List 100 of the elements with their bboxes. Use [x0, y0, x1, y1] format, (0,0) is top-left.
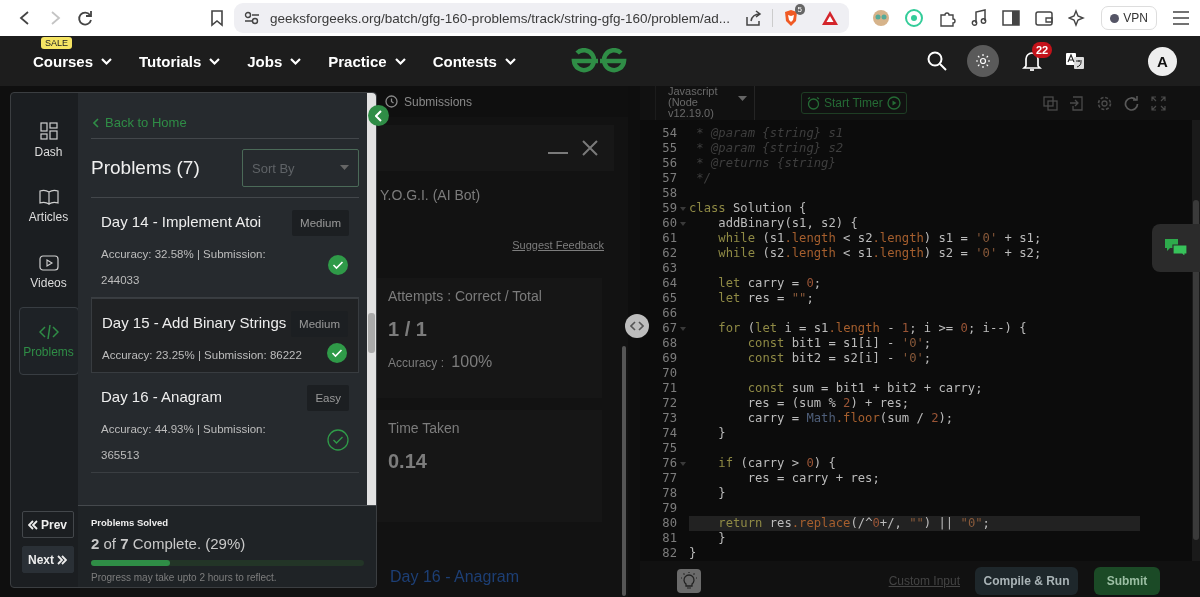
hint-button[interactable]: [677, 568, 701, 593]
sidebar-item[interactable]: Articles: [19, 173, 78, 239]
music-note-icon[interactable]: [971, 9, 988, 27]
suggest-feedback-link[interactable]: Suggest Feedback: [512, 239, 604, 251]
code-line: class Solution {: [689, 201, 808, 216]
url-text: geeksforgeeks.org/batch/gfg-160-problems/track/string-gfg-160/problem/ad...: [270, 10, 731, 26]
line-number: 60: [661, 216, 677, 231]
line-number: 69: [661, 351, 677, 366]
alarm-clock-icon: [807, 96, 820, 110]
panel-heading: Problems (7): [91, 157, 200, 179]
share-icon[interactable]: [744, 9, 762, 27]
caret-down-icon: [738, 96, 747, 102]
assistant-name: Y.O.G.I. (AI Bot): [380, 187, 482, 203]
chat-button[interactable]: [1152, 224, 1200, 272]
nav-menu-item[interactable]: Contests: [432, 52, 517, 70]
problem-card[interactable]: Day 16 - Anagram Easy Accuracy: 44.93% | Submission: 365513: [91, 373, 359, 473]
wallet-icon[interactable]: [1035, 10, 1054, 26]
problem-stats: Accuracy: 23.25% | Submission: 86222: [102, 348, 302, 363]
gfg-logo-icon[interactable]: [570, 48, 628, 74]
difficulty-tag: Easy: [307, 385, 349, 411]
line-number: 56: [661, 156, 677, 171]
chevron-left-icon: [374, 109, 383, 122]
line-number: 59: [661, 201, 677, 216]
code-line: }: [689, 546, 698, 561]
line-number: 65: [661, 291, 677, 306]
code-line: }: [717, 426, 727, 441]
code-line: carry = Math.floor(sum / 2);: [746, 411, 955, 426]
difficulty-tag: Medium: [292, 210, 349, 236]
code-line: */: [695, 171, 712, 186]
code-line: const bit1 = s1[i] - '0';: [746, 336, 933, 351]
line-number: 71: [661, 381, 677, 396]
line-number: 61: [661, 231, 677, 246]
difficulty-tag: Medium: [291, 311, 348, 337]
sparkle-icon[interactable]: [1068, 9, 1087, 27]
problem-card[interactable]: Day 15 - Add Binary Strings Medium Accuracy: 23.25% | Submission: 86222: [91, 298, 359, 373]
attempts-value: 1 / 1: [388, 318, 428, 341]
clock-icon: [385, 95, 398, 108]
line-number: 70: [661, 366, 677, 381]
video-play-icon: [38, 254, 59, 271]
chevron-down-icon: [208, 56, 222, 66]
compile-run-button[interactable]: Compile & Run: [975, 566, 1078, 595]
submissions-tab[interactable]: Submissions: [385, 94, 473, 109]
sidebar-item[interactable]: Problems: [18, 307, 79, 375]
code-line: if (carry > 0) {: [717, 456, 837, 471]
sidebar-item[interactable]: Dash: [19, 107, 78, 173]
theme-toggle-button[interactable]: [967, 45, 999, 77]
progress-title: Problems Solved: [91, 517, 170, 528]
problem-title: Day 14 - Implement Atoi: [101, 213, 262, 230]
code-line: }: [717, 531, 727, 546]
problem-stats: Accuracy: 32.58% | Submission: 244033: [101, 247, 267, 288]
sun-icon: [976, 54, 990, 68]
line-number: 75: [661, 441, 677, 456]
sale-badge: SALE: [41, 36, 72, 49]
reset-icon[interactable]: [1124, 95, 1139, 111]
code-line: res = (sum % 2) + res;: [746, 396, 911, 411]
translate-icon[interactable]: [1066, 52, 1084, 70]
prev-button[interactable]: Prev: [21, 511, 74, 538]
code-line: }: [717, 486, 727, 501]
triangle-icon[interactable]: [821, 10, 839, 26]
line-number: 77: [661, 471, 677, 486]
site-settings-icon[interactable]: [244, 11, 260, 25]
nav-menu-item[interactable]: Practice: [328, 52, 407, 70]
line-number: 78: [661, 486, 677, 501]
nav-menu-item[interactable]: Tutorials: [139, 52, 222, 70]
back-to-home-link[interactable]: Back to Home: [93, 115, 187, 130]
puzzle-icon[interactable]: [938, 9, 957, 27]
dashboard-icon: [39, 121, 58, 140]
lightbulb-icon: [681, 571, 697, 590]
code-line: const bit2 = s2[i] - '0';: [746, 351, 933, 366]
line-number: 54: [661, 126, 677, 141]
book-icon: [38, 188, 59, 205]
close-icon[interactable]: [582, 140, 598, 156]
line-number: 72: [661, 396, 677, 411]
submit-button[interactable]: Submit: [1094, 566, 1160, 595]
line-number: 82: [661, 546, 677, 561]
line-number: 68: [661, 336, 677, 351]
sidebar-toggle-icon[interactable]: [1002, 10, 1021, 26]
menu-icon[interactable]: [1172, 10, 1190, 26]
line-number: 66: [661, 306, 677, 321]
bookmark-icon[interactable]: [210, 9, 224, 27]
next-button[interactable]: Next: [21, 546, 74, 573]
line-number: 62: [661, 246, 677, 261]
extension-badge: 5: [794, 4, 805, 15]
line-number: 73: [661, 411, 677, 426]
face-extension-icon[interactable]: [872, 9, 891, 27]
vpn-button[interactable]: VPN: [1101, 6, 1157, 30]
reload-icon[interactable]: [76, 9, 94, 27]
search-icon[interactable]: [927, 51, 947, 71]
accuracy-value: 100%: [451, 353, 493, 370]
language-dropdown[interactable]: Javascript (Node v12.19.0): [655, 86, 755, 120]
line-number: 76: [661, 456, 677, 471]
nav-menu-item[interactable]: Jobs: [247, 52, 303, 70]
chevron-down-icon: [503, 56, 517, 66]
caret-down-icon: [340, 165, 349, 171]
sidebar-item[interactable]: Videos: [19, 239, 78, 305]
user-avatar[interactable]: A: [1148, 46, 1177, 76]
address-bar[interactable]: geeksforgeeks.org/batch/gfg-160-problems/track/string-gfg-160/problem/ad... 5: [234, 3, 849, 33]
time-label: Time Taken: [388, 420, 461, 436]
scrollbar[interactable]: [367, 93, 376, 505]
lion-shield-icon[interactable]: [783, 9, 799, 27]
